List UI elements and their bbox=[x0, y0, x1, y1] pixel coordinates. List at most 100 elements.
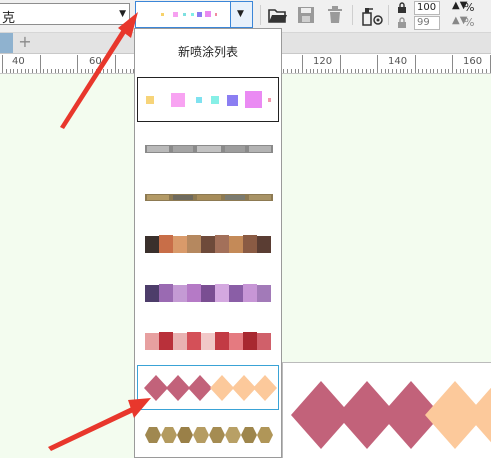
spray-item-preview bbox=[146, 91, 271, 108]
ruler-tick bbox=[122, 69, 123, 73]
add-tab-button[interactable]: + bbox=[17, 34, 33, 51]
ruler-tick bbox=[478, 69, 480, 73]
ruler-tick bbox=[324, 69, 326, 73]
spray-list-preview bbox=[161, 11, 217, 17]
ruler-tick bbox=[392, 69, 393, 73]
ruler-tick bbox=[369, 69, 371, 73]
spray-item-gray-stones[interactable] bbox=[137, 126, 279, 171]
ruler-tick bbox=[482, 69, 483, 73]
ruler-tick bbox=[485, 69, 487, 73]
ruler-tick bbox=[9, 69, 11, 73]
spray-list-dropdown-button[interactable]: ▼ bbox=[230, 2, 252, 27]
lock-icon bbox=[398, 2, 406, 13]
ruler-tick bbox=[395, 69, 397, 73]
ruler-tick bbox=[358, 69, 360, 73]
ruler-tick bbox=[95, 69, 97, 73]
ruler-tick bbox=[474, 69, 476, 73]
ruler-tick bbox=[347, 69, 348, 73]
ruler-tick bbox=[65, 69, 67, 73]
ruler-tick bbox=[43, 69, 45, 73]
ruler-tick bbox=[320, 69, 322, 73]
ruler-tick bbox=[5, 69, 7, 73]
ruler-tick bbox=[313, 69, 315, 73]
spray-item-preview bbox=[145, 145, 273, 153]
ruler-tick bbox=[287, 69, 288, 73]
ruler-tick bbox=[433, 69, 435, 73]
ruler-tick bbox=[35, 69, 37, 73]
ruler-tick bbox=[50, 69, 52, 73]
ruler-tick bbox=[73, 69, 75, 73]
spray-item-diamonds[interactable] bbox=[137, 365, 279, 410]
ruler-tick bbox=[377, 55, 378, 73]
ruler-tick bbox=[440, 69, 442, 73]
ruler-tick bbox=[444, 69, 446, 73]
ruler-tick bbox=[388, 69, 390, 73]
ruler-tick bbox=[77, 55, 78, 73]
ruler-label: 60 bbox=[89, 56, 102, 67]
ruler-tick bbox=[103, 69, 105, 73]
spray-item-brown-stones[interactable] bbox=[137, 175, 279, 220]
ruler-tick bbox=[448, 69, 450, 73]
spray-scale-input[interactable]: 99 bbox=[414, 16, 440, 30]
ruler-tick bbox=[92, 69, 93, 73]
chevron-down-icon: ▼ bbox=[237, 9, 244, 19]
spray-bottle-icon[interactable] bbox=[360, 5, 384, 27]
ruler-tick bbox=[283, 69, 285, 73]
ruler-tick bbox=[17, 69, 18, 73]
ruler-tick bbox=[467, 69, 468, 73]
spray-item-preview bbox=[145, 284, 271, 302]
spray-item-red-tiles[interactable] bbox=[137, 320, 279, 365]
spray-list-combo[interactable]: ▼ bbox=[135, 1, 253, 28]
ruler-tick bbox=[69, 69, 71, 73]
spray-item-confetti-squares[interactable] bbox=[137, 77, 279, 122]
ruler-tick bbox=[62, 69, 63, 73]
font-combo[interactable]: 克 ▼ bbox=[0, 3, 130, 26]
diamond-preview bbox=[291, 381, 491, 449]
spray-item-preview bbox=[145, 332, 271, 350]
spray-item-preview bbox=[145, 194, 273, 201]
spray-size-input[interactable]: 100 bbox=[414, 1, 440, 15]
spray-item-preview bbox=[144, 375, 277, 401]
ruler-tick bbox=[350, 69, 352, 73]
ruler-tick bbox=[399, 69, 401, 73]
spray-item-brown-tiles[interactable] bbox=[137, 223, 279, 268]
ruler-tick bbox=[332, 69, 333, 73]
ruler-tick bbox=[459, 69, 461, 73]
ruler-tick bbox=[13, 69, 15, 73]
ruler-tick bbox=[365, 69, 367, 73]
percent-label: % bbox=[464, 1, 475, 14]
ruler-label: 140 bbox=[388, 56, 408, 67]
spray-item-purple-tiles[interactable] bbox=[137, 272, 279, 317]
spray-item-preview bbox=[145, 235, 271, 253]
ruler-tick bbox=[414, 55, 416, 73]
ruler-tick bbox=[489, 55, 491, 73]
open-folder-icon[interactable] bbox=[267, 5, 287, 25]
trash-icon[interactable] bbox=[326, 5, 344, 25]
ruler-tick bbox=[114, 55, 116, 73]
ruler-tick bbox=[343, 69, 345, 73]
save-icon[interactable] bbox=[297, 5, 315, 25]
ruler-tick bbox=[125, 69, 127, 73]
toolbar-separator bbox=[352, 5, 353, 25]
ruler-tick bbox=[2, 55, 3, 73]
ruler-tick bbox=[28, 69, 30, 73]
document-tab[interactable] bbox=[0, 33, 13, 53]
ruler-tick bbox=[425, 69, 427, 73]
spray-hover-preview bbox=[282, 362, 491, 458]
ruler-tick bbox=[407, 69, 408, 73]
ruler-tick bbox=[354, 69, 356, 73]
spray-list-dropdown: 新喷涂列表 bbox=[134, 28, 282, 458]
spray-item-gold-hexagons[interactable] bbox=[137, 415, 279, 457]
ruler-tick bbox=[410, 69, 412, 73]
ruler-label: 160 bbox=[463, 56, 483, 67]
ruler-tick bbox=[373, 69, 375, 73]
ruler-tick bbox=[24, 69, 26, 73]
ruler-tick bbox=[403, 69, 405, 73]
ruler-tick bbox=[80, 69, 82, 73]
ruler-tick bbox=[58, 69, 60, 73]
ruler-tick bbox=[294, 69, 296, 73]
ruler-tick bbox=[470, 69, 472, 73]
new-spray-list-item[interactable]: 新喷涂列表 bbox=[135, 29, 281, 73]
chevron-down-icon[interactable]: ▼ bbox=[119, 9, 126, 19]
ruler-tick bbox=[110, 69, 112, 73]
